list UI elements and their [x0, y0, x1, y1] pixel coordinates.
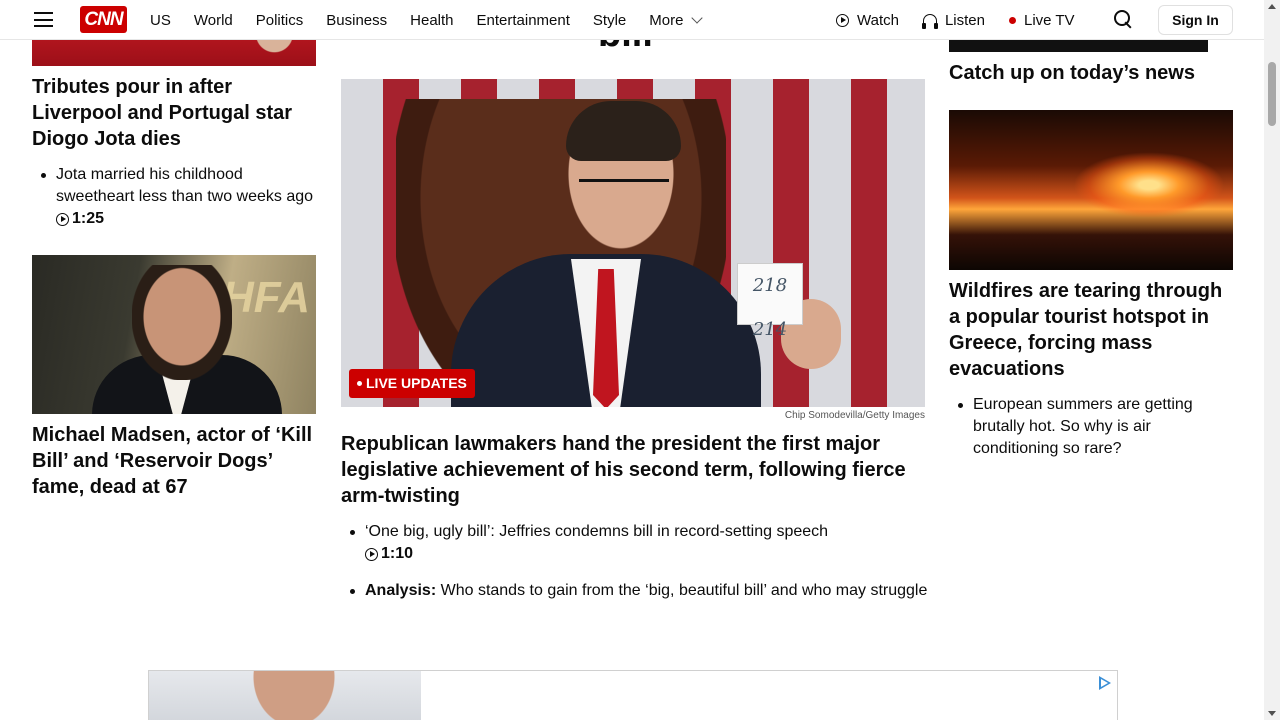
- watch-label: Watch: [857, 11, 899, 29]
- analysis-label: Analysis:: [365, 581, 437, 599]
- jeffries-speech-text: ‘One big, ugly bill’: Jeffries condemns …: [365, 523, 829, 540]
- nav-more-label: More: [649, 11, 684, 29]
- analysis-text: Who stands to gain from the ‘big, beauti…: [440, 581, 928, 599]
- wildfire-headline[interactable]: Wildfires are tearing through a popular …: [949, 278, 1233, 382]
- ad-photo: [149, 671, 421, 720]
- image-credit: Chip Somodevilla/Getty Images: [784, 410, 925, 421]
- nav-item-style[interactable]: Style: [593, 12, 626, 29]
- ad-choices-icon[interactable]: [1099, 676, 1111, 690]
- jota-related-text: Jota married his childhood sweetheart le…: [56, 166, 314, 205]
- jeffries-speech-link[interactable]: ‘One big, ugly bill’: Jeffries condemns …: [341, 521, 931, 568]
- scroll-up-arrow-icon[interactable]: [1268, 4, 1276, 9]
- analysis-link[interactable]: Analysis: Who stands to gain from the ‘b…: [341, 580, 931, 602]
- utility-nav: Watch Listen Live TV: [836, 0, 1099, 40]
- live-tv-button[interactable]: Live TV: [1008, 11, 1075, 29]
- glasses: [579, 179, 669, 197]
- vote-tally-card: 218 214: [737, 263, 803, 340]
- ad-face: [249, 671, 339, 720]
- live-updates-label: LIVE UPDATES: [366, 375, 467, 391]
- headphones-icon: [921, 13, 938, 29]
- jota-related-list: Jota married his childhood sweetheart le…: [32, 164, 322, 245]
- lead-headline[interactable]: Republican lawmakers hand the president …: [341, 431, 925, 509]
- advertisement-banner[interactable]: [148, 670, 1118, 720]
- play-icon: [836, 13, 849, 27]
- nav-item-world[interactable]: World: [194, 12, 233, 29]
- nav-item-politics[interactable]: Politics: [256, 12, 304, 29]
- video-duration: 1:10: [365, 543, 413, 565]
- listen-button[interactable]: Listen: [921, 11, 985, 29]
- catch-up-headline[interactable]: Catch up on today’s news: [949, 60, 1239, 86]
- nav-item-entertainment[interactable]: Entertainment: [477, 12, 570, 29]
- live-dot-icon: [357, 381, 362, 386]
- live-updates-badge[interactable]: LIVE UPDATES: [349, 369, 475, 398]
- nav-item-us[interactable]: US: [150, 12, 171, 29]
- nav-item-business[interactable]: Business: [326, 12, 387, 29]
- jota-related-link[interactable]: Jota married his childhood sweetheart le…: [32, 164, 322, 233]
- duration-text: 1:10: [381, 545, 414, 562]
- madsen-face: [132, 265, 232, 380]
- section-nav: US World Politics Business Health Entert…: [150, 0, 704, 40]
- nav-more-button[interactable]: More: [649, 11, 704, 29]
- madsen-headline[interactable]: Michael Madsen, actor of ‘Kill Bill’ and…: [32, 422, 322, 500]
- live-dot-icon: [1008, 16, 1016, 24]
- play-icon: [56, 212, 69, 226]
- nav-item-health[interactable]: Health: [410, 12, 453, 29]
- hfa-backdrop-text: HFA: [222, 273, 310, 322]
- search-icon[interactable]: [1114, 10, 1132, 28]
- wildfire-related-list: European summers are getting brutally ho…: [949, 394, 1239, 472]
- chevron-down-icon: [691, 11, 704, 24]
- jota-headline[interactable]: Tributes pour in after Liverpool and Por…: [32, 74, 316, 152]
- scroll-thumb[interactable]: [1268, 62, 1276, 126]
- air-conditioning-text: European summers are getting brutally ho…: [973, 396, 1193, 457]
- play-icon: [365, 547, 378, 561]
- duration-text: 1:25: [72, 210, 105, 227]
- listen-label: Listen: [944, 11, 985, 29]
- lead-story-image[interactable]: 218 214 LIVE UPDATES: [341, 79, 925, 407]
- cnn-logo[interactable]: CNN: [80, 6, 127, 33]
- madsen-story-image[interactable]: HFA: [32, 255, 316, 414]
- watch-button[interactable]: Watch: [836, 12, 899, 29]
- scroll-down-arrow-icon[interactable]: [1268, 711, 1276, 716]
- air-conditioning-link[interactable]: European summers are getting brutally ho…: [949, 394, 1239, 460]
- menu-icon[interactable]: [34, 12, 53, 27]
- live-tv-label: Live TV: [1023, 11, 1075, 29]
- lead-related-list: ‘One big, ugly bill’: Jeffries condemns …: [341, 521, 931, 614]
- video-duration: 1:25: [56, 208, 104, 230]
- page-scrollbar[interactable]: [1264, 0, 1280, 720]
- sign-in-button[interactable]: Sign In: [1158, 5, 1233, 35]
- hair: [566, 101, 681, 161]
- wildfire-story-image[interactable]: [949, 110, 1233, 270]
- top-navigation-bar: CNN US World Politics Business Health En…: [0, 0, 1264, 40]
- fire-glow: [1069, 150, 1229, 220]
- video-player-strip[interactable]: [949, 40, 1208, 52]
